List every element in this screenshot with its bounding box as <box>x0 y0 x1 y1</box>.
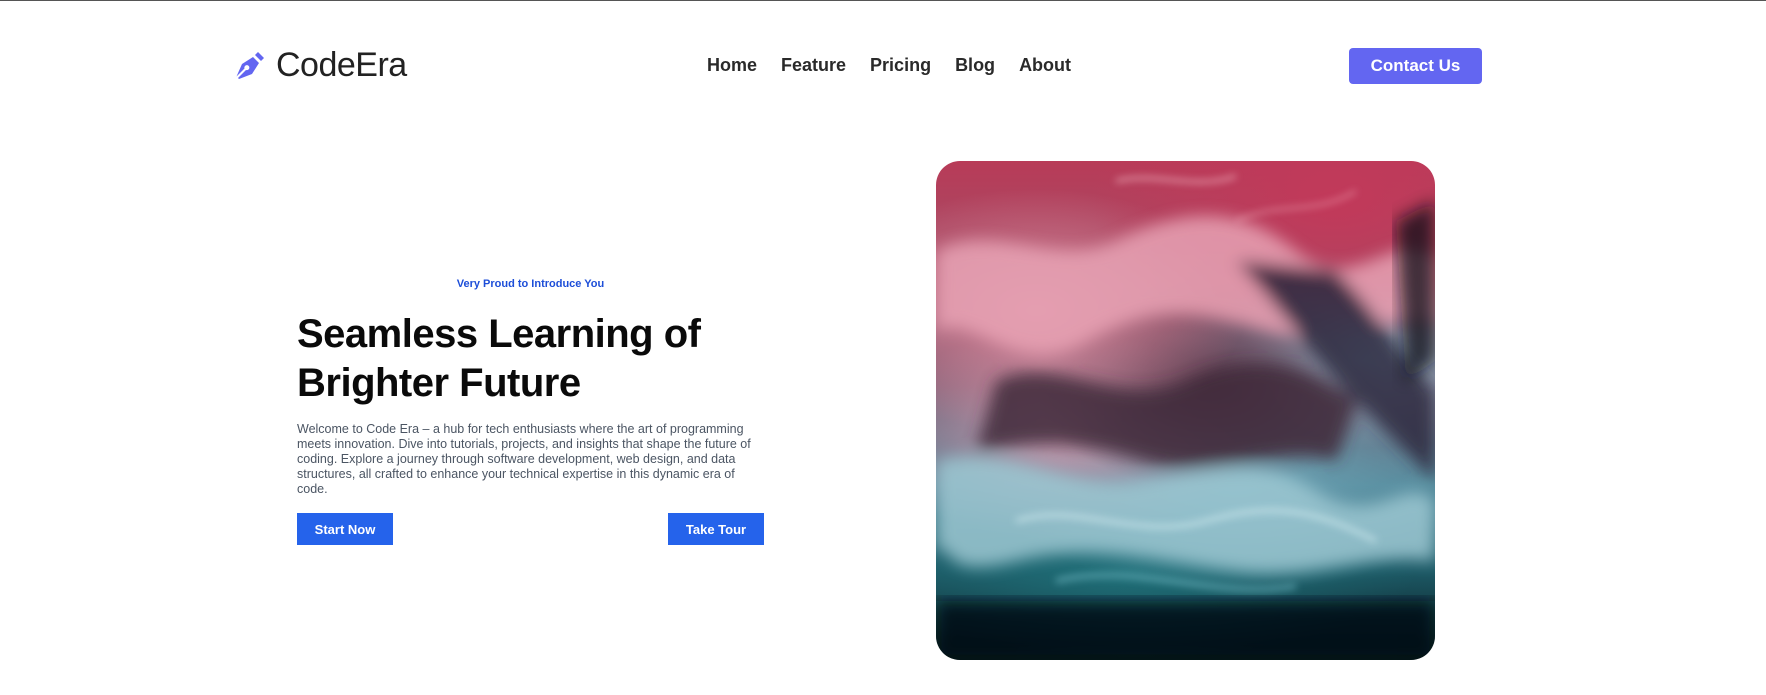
nav-about[interactable]: About <box>1019 55 1071 76</box>
site-header: CodeEra Home Feature Pricing Blog About … <box>0 0 1766 120</box>
nav-home[interactable]: Home <box>707 55 757 76</box>
contact-us-button[interactable]: Contact Us <box>1349 48 1482 84</box>
main-nav: Home Feature Pricing Blog About <box>707 55 1071 76</box>
brand-logo[interactable]: CodeEra <box>232 46 407 85</box>
pen-nib-icon <box>232 48 268 84</box>
nav-pricing[interactable]: Pricing <box>870 55 931 76</box>
take-tour-button[interactable]: Take Tour <box>668 513 764 545</box>
hero-description: Welcome to Code Era – a hub for tech ent… <box>297 422 751 496</box>
nav-feature[interactable]: Feature <box>781 55 846 76</box>
hero-image <box>936 161 1435 660</box>
nav-blog[interactable]: Blog <box>955 55 995 76</box>
hero-title: Seamless Learning of Brighter Future <box>297 312 701 405</box>
brand-name: CodeEra <box>276 46 407 84</box>
hero-eyebrow: Very Proud to Introduce You <box>456 278 605 290</box>
start-now-button[interactable]: Start Now <box>297 513 393 545</box>
